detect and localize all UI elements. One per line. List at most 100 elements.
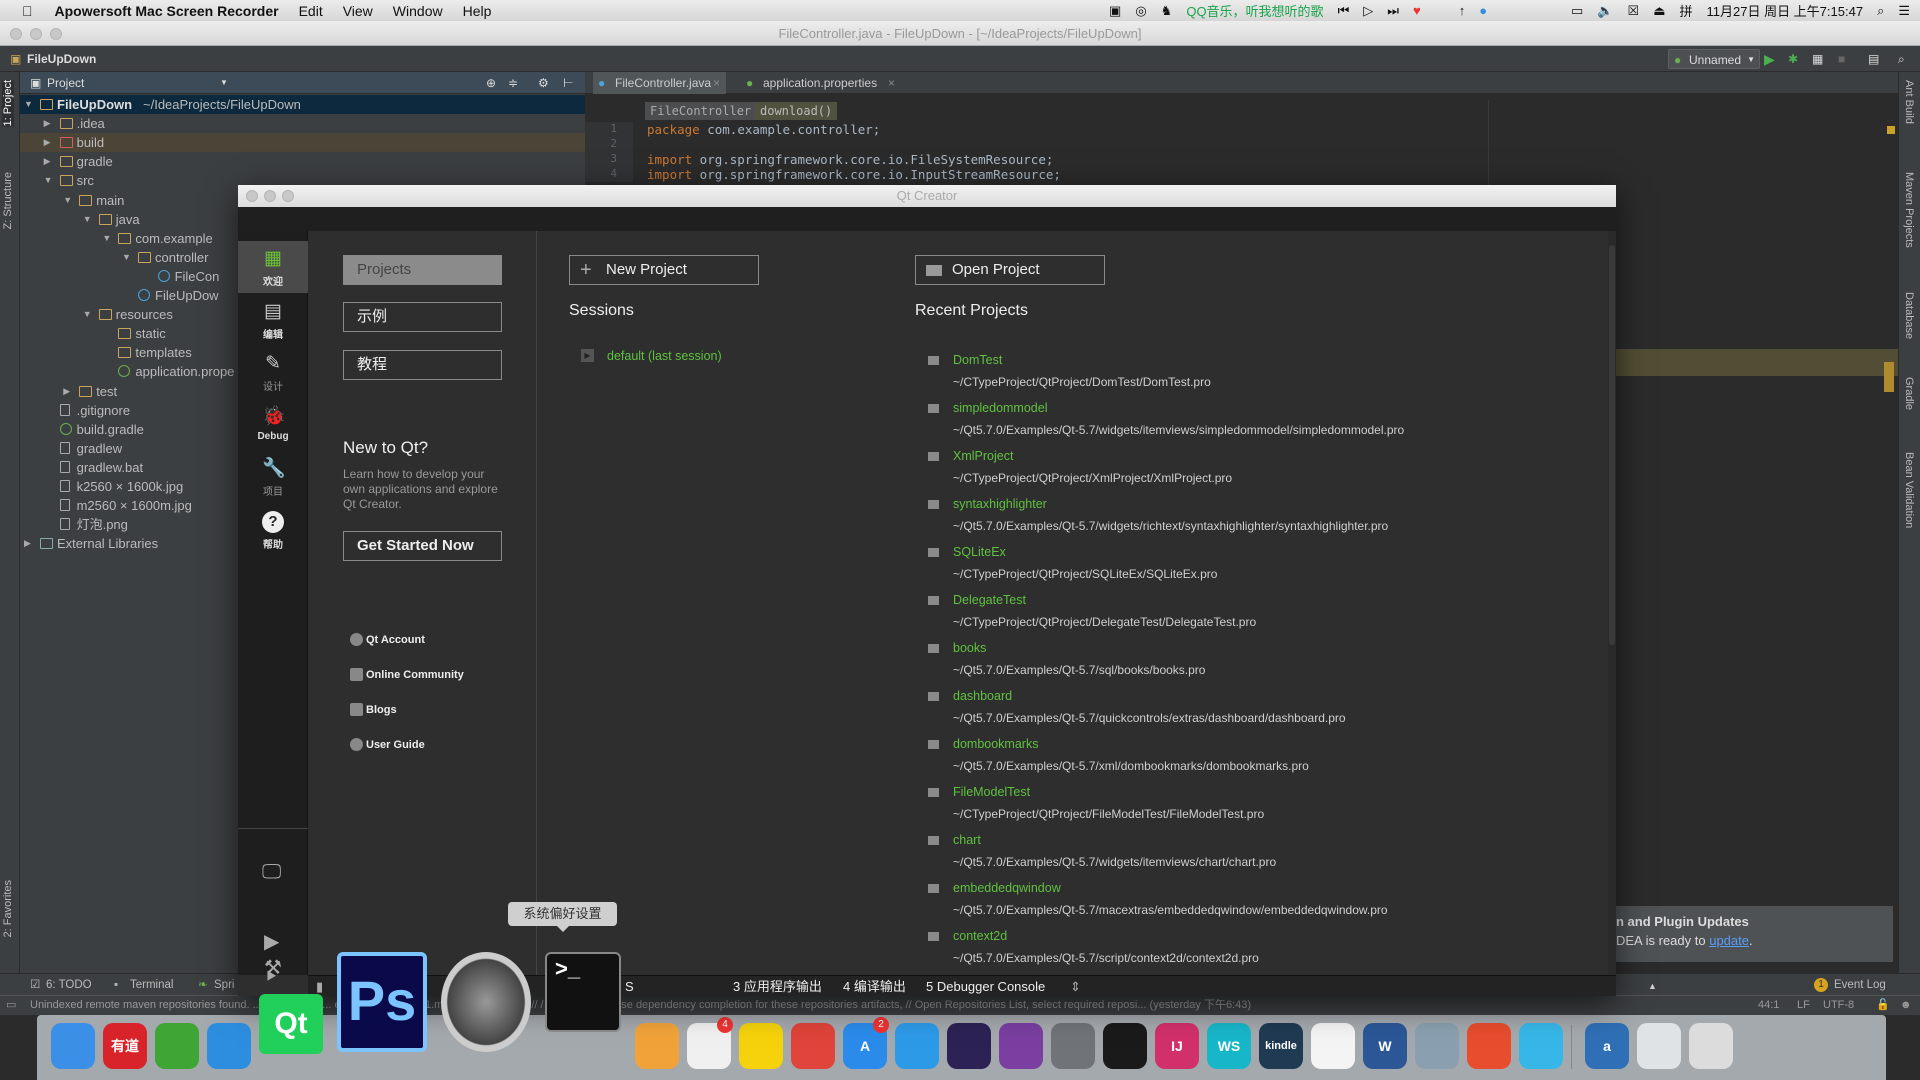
- minimize-button[interactable]: [264, 190, 276, 202]
- output-pane-app-output[interactable]: 3 应用程序输出: [733, 976, 822, 997]
- event-log-button[interactable]: Event Log: [1834, 974, 1886, 996]
- link-chat[interactable]: Online Community: [350, 668, 464, 681]
- dock-pages[interactable]: [635, 1023, 679, 1069]
- tool-tab-favorites[interactable]: 2: Favorites: [2, 880, 14, 937]
- bird-icon[interactable]: ●: [1479, 3, 1487, 18]
- scrollbar-thumb[interactable]: [1609, 245, 1615, 645]
- dock-chrome[interactable]: [791, 1023, 835, 1069]
- project-structure-icon[interactable]: ▤: [1868, 46, 1879, 72]
- recent-project-name[interactable]: books: [953, 641, 986, 655]
- run-config-dropdown[interactable]: ● Unnamed ▼: [1668, 49, 1761, 69]
- dock-photoshop[interactable]: Ps: [337, 952, 427, 1052]
- run-icon[interactable]: ▶: [1764, 46, 1775, 72]
- zoom-button[interactable]: [50, 28, 62, 40]
- heart-icon[interactable]: ♥: [1413, 3, 1421, 18]
- recent-project-name[interactable]: FileModelTest: [953, 785, 1030, 799]
- tab-filecontroller-java[interactable]: ● FileController.java ×: [593, 72, 726, 94]
- recent-project-name[interactable]: embeddedqwindow: [953, 881, 1061, 895]
- update-notification[interactable]: n and Plugin Updates DEA is ready to upd…: [1616, 906, 1893, 962]
- recent-project-name[interactable]: simpledommodel: [953, 401, 1047, 415]
- stop-icon[interactable]: ■: [1838, 46, 1845, 72]
- collapsed-arrow-icon[interactable]: ▶: [63, 382, 70, 401]
- close-tab-icon[interactable]: ×: [713, 72, 720, 94]
- expanded-arrow-icon[interactable]: ▼: [83, 305, 92, 324]
- dock-qt-creator[interactable]: Qt: [259, 994, 323, 1054]
- menu-help[interactable]: Help: [463, 3, 492, 19]
- dock-kindle[interactable]: kindle: [1259, 1023, 1303, 1069]
- menu-window[interactable]: Window: [393, 3, 443, 19]
- scrollbar[interactable]: [1608, 231, 1616, 975]
- tool-tab-maven[interactable]: Maven Projects: [1903, 172, 1915, 248]
- link-user[interactable]: Qt Account: [350, 633, 425, 646]
- tool-tab-project[interactable]: 1: Project: [2, 80, 14, 127]
- project-breadcrumb[interactable]: FileUpDown: [27, 46, 96, 72]
- dock-launchpad[interactable]: [1051, 1023, 1095, 1069]
- breadcrumb-method[interactable]: download(): [755, 102, 838, 120]
- hide-panel-icon[interactable]: ⊢: [563, 72, 573, 94]
- tool-tab-todo[interactable]: 6: TODO: [46, 974, 92, 996]
- recent-project-name[interactable]: DelegateTest: [953, 593, 1026, 607]
- mode-1[interactable]: ▤ 编辑: [238, 294, 308, 346]
- output-pane-compile-output[interactable]: 4 编译输出: [843, 976, 906, 997]
- spotlight-icon[interactable]: ⌕: [1877, 3, 1884, 19]
- tool-tab-gradle[interactable]: Gradle: [1903, 377, 1915, 410]
- projects-button[interactable]: Projects: [343, 255, 502, 285]
- dock-trash[interactable]: [1689, 1023, 1733, 1069]
- dock-qq[interactable]: [1103, 1023, 1147, 1069]
- recent-project-name[interactable]: SQLiteEx: [953, 545, 1006, 559]
- collapse-all-icon[interactable]: ≑: [508, 72, 518, 94]
- mode-2[interactable]: ✎ 设计: [238, 346, 308, 398]
- maximize-pane-icon[interactable]: ▲: [1648, 976, 1657, 997]
- dock-superstar[interactable]: [1467, 1023, 1511, 1069]
- clock[interactable]: 11月27日 周日 上午7:15:47: [1707, 1, 1864, 20]
- mode-0[interactable]: ▦ 欢迎: [238, 241, 308, 293]
- link-rss[interactable]: Blogs: [350, 703, 397, 716]
- screen-icon[interactable]: ▣: [1109, 3, 1121, 19]
- app-menu[interactable]: Apowersoft Mac Screen Recorder: [55, 3, 279, 19]
- play-icon[interactable]: ▷: [1363, 3, 1373, 19]
- recent-project-name[interactable]: dombookmarks: [953, 737, 1038, 751]
- close-tab-icon[interactable]: ×: [888, 72, 895, 94]
- collapsed-arrow-icon[interactable]: ▶: [44, 133, 51, 152]
- pane-switch-icon[interactable]: ⇕: [1070, 976, 1081, 997]
- search-icon[interactable]: ⌕: [1898, 46, 1905, 72]
- hector-icon[interactable]: ☻: [1900, 996, 1912, 1015]
- tree-item[interactable]: ▶ .idea: [20, 114, 585, 133]
- close-button[interactable]: [10, 28, 22, 40]
- line-separator[interactable]: LF: [1797, 996, 1810, 1015]
- status-toggle-icon[interactable]: ▭: [6, 996, 16, 1015]
- qq-music-text[interactable]: QQ音乐，听我想听的歌: [1186, 1, 1323, 20]
- menu-view[interactable]: View: [343, 3, 373, 19]
- dock-preview[interactable]: [1415, 1023, 1459, 1069]
- dock-baidu-cloud[interactable]: [1311, 1023, 1355, 1069]
- debug-icon[interactable]: ✱: [1788, 46, 1798, 72]
- minimize-button[interactable]: [30, 28, 42, 40]
- dock-github[interactable]: [999, 1023, 1043, 1069]
- dock-webstorm[interactable]: WS: [1207, 1023, 1251, 1069]
- file-encoding[interactable]: UTF-8: [1823, 996, 1854, 1015]
- volume-icon[interactable]: 🔈: [1597, 3, 1613, 19]
- dock-terminal[interactable]: >_: [545, 952, 621, 1032]
- collapsed-arrow-icon[interactable]: ▶: [44, 114, 51, 133]
- tree-item[interactable]: ▶ build: [20, 133, 585, 153]
- next-track-icon[interactable]: ⏭: [1387, 3, 1399, 19]
- output-pane-search[interactable]: S: [625, 976, 634, 997]
- expanded-arrow-icon[interactable]: ▼: [102, 229, 111, 248]
- session-name[interactable]: default (last session): [607, 349, 722, 363]
- dock-evernote[interactable]: [155, 1023, 199, 1069]
- recent-project-name[interactable]: context2d: [953, 929, 1007, 943]
- dock-word[interactable]: W: [1363, 1023, 1407, 1069]
- dock-eclipse[interactable]: [947, 1023, 991, 1069]
- input-method-icon[interactable]: 拼: [1679, 1, 1692, 20]
- prev-track-icon[interactable]: ⏮: [1338, 3, 1350, 19]
- output-pane-debugger-console[interactable]: 5 Debugger Console: [926, 976, 1045, 997]
- recent-project-name[interactable]: chart: [953, 833, 981, 847]
- creative-cloud-icon[interactable]: ◎: [1135, 3, 1146, 19]
- recent-project-name[interactable]: XmlProject: [953, 449, 1013, 463]
- upload-icon[interactable]: ↑: [1459, 3, 1466, 18]
- build-hammer-icon[interactable]: ⚒: [264, 955, 282, 980]
- zoom-button[interactable]: [282, 190, 294, 202]
- tree-item[interactable]: ▶ gradle: [20, 152, 585, 171]
- dock-finder[interactable]: [51, 1023, 95, 1069]
- tree-item[interactable]: ▼ FileUpDown ~/IdeaProjects/FileUpDown: [20, 95, 585, 114]
